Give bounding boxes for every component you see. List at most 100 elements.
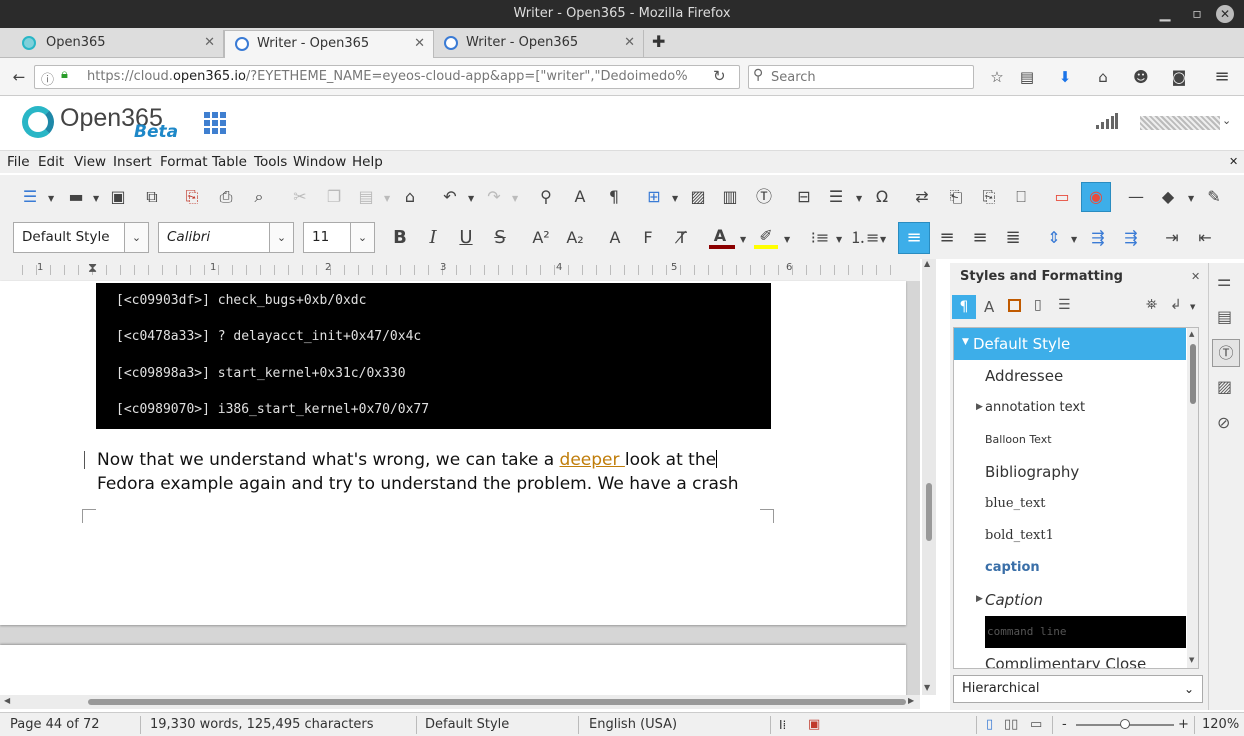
scroll-down-icon[interactable]: ▼: [924, 683, 930, 692]
styles-deck-icon[interactable]: Ⓣ: [1212, 339, 1240, 367]
scroll-left-icon[interactable]: ◀: [4, 696, 10, 705]
chevron-down-icon[interactable]: ⌄: [124, 223, 148, 252]
insert-table-icon[interactable]: ⊞: [640, 183, 668, 211]
tab-open365[interactable]: Open365 ✕: [0, 30, 224, 58]
close-document-icon[interactable]: ✕: [1229, 153, 1238, 171]
font-color-dropdown-icon[interactable]: ▼: [740, 235, 746, 244]
horizontal-ruler[interactable]: ⧗ 1 1 2 3 4 5 6: [0, 259, 920, 281]
horizontal-scroll-thumb[interactable]: [88, 699, 906, 705]
copy-icon[interactable]: ❐: [320, 183, 348, 211]
tab-writer-active[interactable]: Writer - Open365 ✕: [224, 30, 434, 58]
ruler-indent-marker-icon[interactable]: ⧗: [88, 261, 97, 276]
page-count[interactable]: Page 44 of 72: [10, 716, 99, 734]
deck-menu-icon[interactable]: ⚌: [1217, 271, 1231, 290]
open-folder-icon[interactable]: ▬: [62, 183, 90, 211]
special-character-icon[interactable]: Ω: [868, 183, 896, 211]
align-right-icon[interactable]: ≡: [966, 224, 994, 252]
style-item-complimentary-close[interactable]: Complimentary Close: [985, 648, 1146, 668]
undo-icon[interactable]: ↶: [436, 183, 464, 211]
tab-close-icon[interactable]: ✕: [414, 31, 425, 57]
multi-page-view-icon[interactable]: ▯▯: [1004, 716, 1018, 734]
insert-endnote-icon[interactable]: ⎘: [975, 183, 1003, 211]
style-item-command-line[interactable]: command line: [985, 616, 1186, 648]
book-view-icon[interactable]: ▭: [1030, 716, 1042, 734]
numbered-dropdown-icon[interactable]: ▼: [880, 235, 886, 244]
expand-triangle-icon[interactable]: ▶: [976, 594, 983, 604]
collapse-triangle-icon[interactable]: ▼: [962, 337, 969, 347]
user-avatar[interactable]: [1140, 116, 1220, 130]
strikethrough-icon[interactable]: S: [486, 224, 514, 252]
save-icon[interactable]: ▣: [104, 183, 132, 211]
paragraph-link[interactable]: deeper: [560, 450, 625, 470]
track-changes-icon[interactable]: ◉: [1081, 182, 1111, 212]
url-bar[interactable]: ⓘ 🔒︎ https://cloud.open365.io/?EYETHEME_…: [34, 65, 740, 89]
style-item-addressee[interactable]: Addressee: [985, 360, 1063, 392]
print-preview-icon[interactable]: ⌕: [245, 183, 273, 211]
info-icon[interactable]: ⓘ: [41, 69, 54, 88]
document-page[interactable]: [<c09903df>] check_bugs+0xb/0xdc [<c0478…: [0, 281, 906, 625]
zoom-level[interactable]: 120%: [1202, 716, 1239, 734]
single-page-view-icon[interactable]: ▯: [986, 716, 993, 734]
reading-list-icon[interactable]: ▤: [1016, 66, 1038, 88]
outline-icon[interactable]: F: [634, 224, 662, 252]
export-pdf-icon[interactable]: ⎘: [178, 183, 206, 211]
clone-formatting-icon[interactable]: ⌂: [396, 183, 424, 211]
style-list[interactable]: ▼ Default Style Addressee ▶ annotation t…: [953, 327, 1199, 669]
line-spacing-dropdown-icon[interactable]: ▼: [1071, 235, 1077, 244]
page-style[interactable]: Default Style: [425, 716, 509, 734]
maximize-icon[interactable]: ▫: [1184, 0, 1210, 28]
paragraph-styles-icon[interactable]: ¶: [952, 295, 976, 319]
list-styles-icon[interactable]: ☰: [1058, 297, 1071, 313]
spelling-icon[interactable]: A: [566, 183, 594, 211]
undo-dropdown-icon[interactable]: ▼: [468, 194, 474, 203]
align-left-icon[interactable]: ≡: [898, 222, 930, 254]
bullet-list-icon[interactable]: ⁝≡: [806, 224, 834, 252]
subscript-icon[interactable]: A₂: [561, 224, 589, 252]
cut-icon[interactable]: ✂: [286, 183, 314, 211]
properties-icon[interactable]: ▤: [1217, 307, 1232, 326]
redo-icon[interactable]: ↷: [480, 183, 508, 211]
url-text[interactable]: https://cloud.open365.io/?EYETHEME_NAME=…: [87, 66, 687, 88]
insert-bookmark-icon[interactable]: ⎕: [1007, 183, 1035, 211]
back-icon[interactable]: ←: [8, 66, 30, 88]
formatting-marks-icon[interactable]: ¶: [600, 183, 628, 211]
justify-icon[interactable]: ≣: [999, 224, 1027, 252]
insert-chart-icon[interactable]: ▥: [716, 183, 744, 211]
save-as-icon[interactable]: ⧉: [138, 183, 166, 211]
line-spacing-icon[interactable]: ⇕: [1040, 224, 1068, 252]
redo-dropdown-icon[interactable]: ▼: [512, 194, 518, 203]
navigator-icon[interactable]: ⊘: [1217, 413, 1230, 432]
decrease-paragraph-spacing-icon[interactable]: ⇶: [1117, 224, 1145, 252]
search-input[interactable]: [771, 68, 969, 86]
field-dropdown-icon[interactable]: ▼: [856, 194, 862, 203]
vertical-scrollbar[interactable]: ▲ ▼: [922, 259, 936, 695]
menu-insert[interactable]: Insert: [113, 153, 152, 171]
vertical-scroll-thumb[interactable]: [926, 483, 932, 541]
tab-close-icon[interactable]: ✕: [204, 30, 215, 56]
shapes-dropdown-icon[interactable]: ▼: [1188, 194, 1194, 203]
style-item-default-selected[interactable]: ▼ Default Style: [954, 328, 1186, 360]
search-box[interactable]: ⚲: [748, 65, 974, 89]
style-item-caption-lower[interactable]: caption: [985, 552, 1040, 584]
apps-grid-icon[interactable]: [204, 112, 226, 134]
scroll-down-icon[interactable]: ▼: [1189, 656, 1194, 664]
style-item-balloon-text[interactable]: Balloon Text: [985, 424, 1052, 456]
scroll-up-icon[interactable]: ▲: [1189, 330, 1194, 338]
style-item-annotation-text[interactable]: annotation text: [985, 392, 1085, 424]
menu-view[interactable]: View: [74, 153, 106, 171]
insert-line-icon[interactable]: —: [1122, 183, 1150, 211]
print-icon[interactable]: ⎙: [212, 183, 240, 211]
document-modified-icon[interactable]: ▣: [808, 716, 820, 734]
menu-tools[interactable]: Tools: [254, 153, 287, 171]
underline-icon[interactable]: U: [452, 224, 480, 252]
zoom-slider-thumb[interactable]: [1120, 719, 1130, 729]
close-window-icon[interactable]: ✕: [1212, 0, 1238, 28]
menu-file[interactable]: File: [7, 153, 30, 171]
new-dropdown-icon[interactable]: ▼: [48, 194, 54, 203]
insert-page-break-icon[interactable]: ⊟: [790, 183, 818, 211]
hamburger-menu-icon[interactable]: ≡: [1211, 66, 1233, 88]
insert-comment-icon[interactable]: ▭: [1048, 183, 1076, 211]
new-style-icon[interactable]: ↲: [1170, 297, 1182, 313]
style-filter-select[interactable]: Hierarchical ⌄: [953, 675, 1203, 703]
insert-field-icon[interactable]: ☰: [822, 183, 850, 211]
